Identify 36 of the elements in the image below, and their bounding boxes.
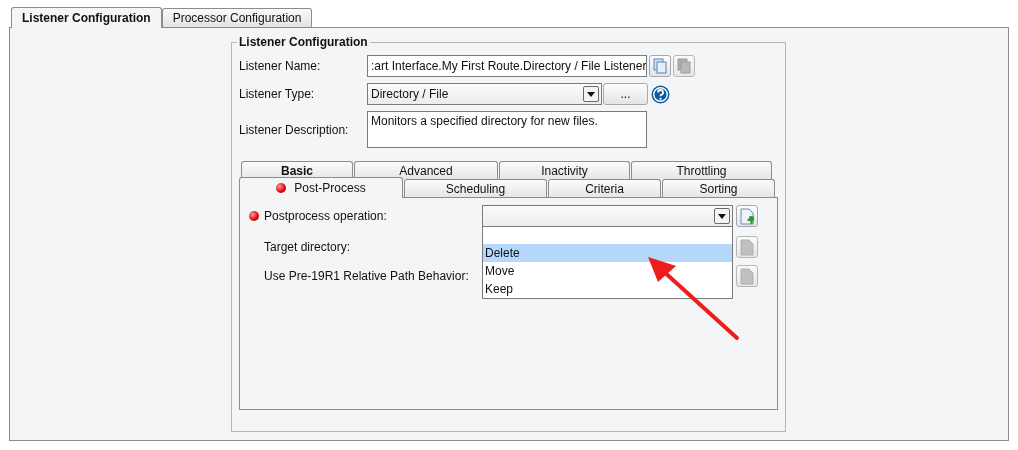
copy-icon [677,58,691,74]
add-document-button[interactable] [736,205,758,227]
help-icon[interactable] [651,84,670,104]
caret-icon [583,86,599,102]
field-label: Listener Description: [239,122,350,137]
dropdown-option[interactable]: Delete [483,244,732,262]
tab[interactable]: Processor Configuration [161,8,313,27]
field-label: Listener Type: [239,87,316,101]
group-title: Listener Configuration [238,35,369,49]
tab[interactable]: Listener Configuration [11,7,162,28]
listener-type-dropdown[interactable]: Directory / File [367,83,602,105]
caret-icon [714,208,730,224]
field-label: Use Pre-19R1 Relative Path Behavior: [264,269,470,283]
postprocess-dropdown[interactable] [482,205,733,227]
tab[interactable]: Inactivity [499,161,630,179]
copy-icon [653,58,667,74]
error-icon [276,183,287,193]
field-label: Listener Name: [239,59,322,73]
copy-button[interactable] [649,55,671,77]
tab[interactable]: Criteria [548,179,661,197]
document-icon [740,207,754,225]
dropdown-option[interactable]: Move [483,262,732,280]
name-field[interactable]: :art Interface.My First Route.Directory / File Listener [367,55,647,77]
description-field[interactable]: Monitors a specified directory for new files. [367,111,647,148]
document-icon [740,238,754,256]
document-icon [740,267,754,285]
tab[interactable]: Scheduling [404,179,547,197]
tab[interactable]: Advanced [354,161,498,179]
browse-button[interactable]: ... [603,83,648,105]
field-label: Postprocess operation: [264,209,388,223]
tab[interactable]: Sorting [662,179,775,197]
dropdown-option[interactable]: Keep [483,280,732,298]
tab[interactable]: Post-Process [239,177,403,198]
field-label: Target directory: [264,240,352,254]
paste-button[interactable] [673,55,695,77]
tab[interactable]: Throttling [631,161,772,179]
